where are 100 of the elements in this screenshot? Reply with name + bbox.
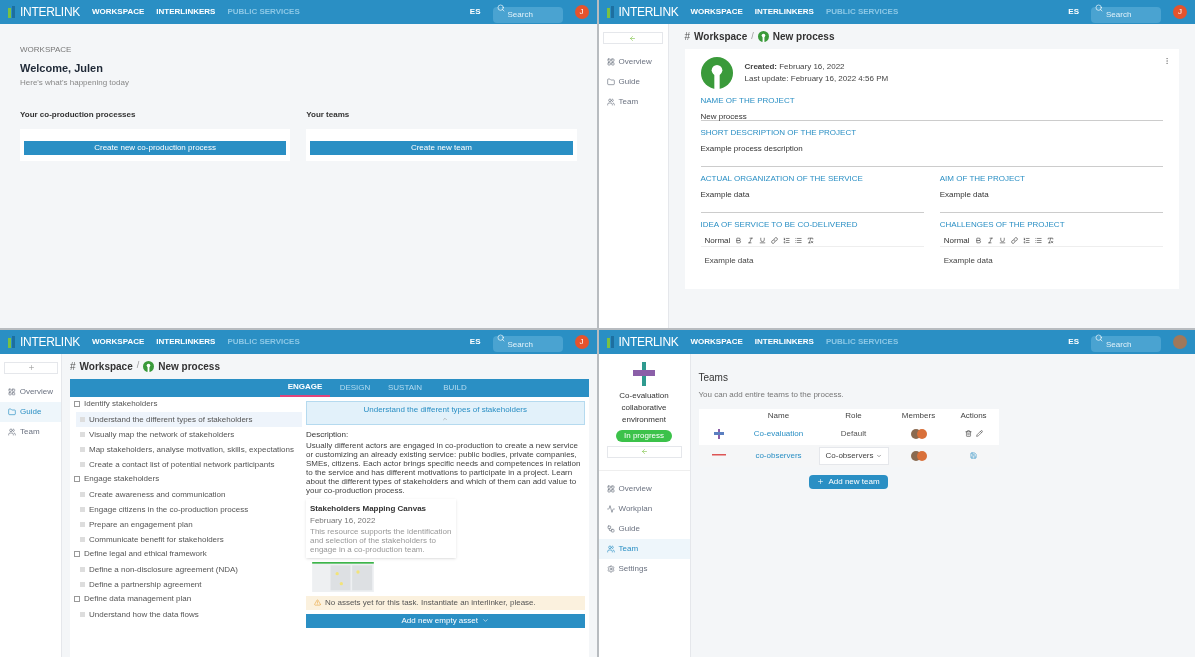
team-name-link[interactable]: Co-evaluation <box>738 427 819 440</box>
nav-link[interactable]: INTERLINKERS <box>754 6 814 18</box>
tree-item[interactable]: Define a partnership agreement <box>76 576 302 592</box>
task-checkbox[interactable] <box>80 611 85 617</box>
breadcrumb-link[interactable]: Workspace <box>79 358 133 374</box>
format-tool-icon[interactable] <box>1010 237 1018 244</box>
tree-group[interactable]: Identify stakeholders <box>70 396 302 412</box>
add-asset-button[interactable]: Add new empty asset <box>306 613 585 628</box>
text-style-select[interactable]: Normal <box>704 234 731 247</box>
search-field[interactable]: Search <box>1091 336 1161 352</box>
format-tool-icon[interactable] <box>1046 237 1054 244</box>
format-tool-icon[interactable] <box>747 237 755 244</box>
add-team-button[interactable]: Add new team <box>809 474 888 489</box>
format-tool-icon[interactable] <box>1022 237 1030 244</box>
field-label: CHALLENGES OF THE PROJECT <box>939 219 1066 231</box>
tree-group[interactable]: Define legal and ethical framework <box>70 546 302 562</box>
user-avatar[interactable]: J <box>1173 5 1187 19</box>
sidebar-item[interactable]: Settings <box>598 558 690 579</box>
format-tool-icon[interactable] <box>807 237 815 244</box>
language-button[interactable]: ES <box>469 335 481 348</box>
user-avatar[interactable]: J <box>574 5 589 19</box>
format-tool-icon[interactable] <box>795 237 803 244</box>
text-style-select[interactable]: Normal <box>943 234 970 247</box>
save-icon[interactable] <box>970 452 977 459</box>
tree-item[interactable]: Understand how the data flows <box>76 606 302 622</box>
tree-item[interactable]: Communicate benefit for stakeholders <box>76 531 302 547</box>
task-checkbox[interactable] <box>80 536 85 542</box>
task-checkbox[interactable] <box>80 581 85 587</box>
nav-link[interactable]: WORKSPACE <box>92 6 145 18</box>
rich-text-editor[interactable]: Normal Example data <box>939 235 1163 281</box>
resource-card[interactable]: Stakeholders Mapping Canvas February 16, 2022 This resource supports the identification and selection of the stakeholders to engage in a co-production team. <box>306 498 456 558</box>
input-field[interactable]: New process <box>700 107 1163 121</box>
task-checkbox[interactable] <box>80 431 85 437</box>
create-button[interactable]: Create new team <box>310 140 573 155</box>
tree-item[interactable]: Engage citizens in the co-production process <box>76 501 302 517</box>
breadcrumb-link[interactable]: Workspace <box>694 29 748 44</box>
format-tool-icon[interactable] <box>759 237 767 244</box>
task-checkbox[interactable] <box>80 446 85 452</box>
tree-item[interactable]: Map stakeholders, analyse motivation, skills, expectations <box>76 441 302 457</box>
task-checkbox[interactable] <box>80 521 85 527</box>
breadcrumb-current: New process <box>772 30 835 44</box>
task-checkbox[interactable] <box>80 461 85 467</box>
search-field[interactable]: Search <box>492 6 563 23</box>
nav-link[interactable]: WORKSPACE <box>690 6 743 18</box>
sidebar-item[interactable]: Team <box>598 538 690 559</box>
search-field[interactable]: Search <box>492 336 563 352</box>
logo[interactable]: INTERLINK <box>606 3 679 21</box>
tree-group[interactable]: Define data management plan <box>70 591 302 607</box>
tree-item[interactable]: Define a non-disclosure agreement (NDA) <box>76 561 302 577</box>
nav-link[interactable]: WORKSPACE <box>690 335 743 348</box>
format-tool-icon[interactable] <box>735 237 743 244</box>
nav-link[interactable]: INTERLINKERS <box>754 335 814 348</box>
format-tool-icon[interactable] <box>998 237 1006 244</box>
logo[interactable]: INTERLINK <box>8 332 80 351</box>
format-tool-icon[interactable] <box>974 237 982 244</box>
rich-text-editor[interactable]: Normal Example data <box>700 235 924 281</box>
more-icon[interactable] <box>1163 57 1171 65</box>
edit-icon[interactable] <box>975 430 983 437</box>
description-text: Usually different actors are engaged in co-production to create a new service or customizing an already existing service: public bodies, private companies, SMEs, citizens. Each actor brings specific needs and competences in relation to the service and has different motivations to participate in a project. Learn about the different types of stakeholders and which of them can add value to your co-production process. <box>306 440 582 495</box>
collapse-chevron-icon[interactable] <box>442 415 449 422</box>
user-avatar[interactable]: J <box>574 334 589 349</box>
role-select[interactable]: Co-observers <box>818 446 889 465</box>
logo[interactable]: INTERLINK <box>606 332 679 351</box>
search-field[interactable]: Search <box>1091 6 1161 23</box>
team-name-link[interactable]: co-observers <box>738 449 819 462</box>
language-button[interactable]: ES <box>469 6 481 18</box>
task-checkbox[interactable] <box>80 416 85 422</box>
delete-icon[interactable] <box>964 430 972 437</box>
logo[interactable]: INTERLINK <box>8 3 80 21</box>
format-tool-icon[interactable] <box>986 237 994 244</box>
sidebar-item[interactable]: Guide <box>0 401 61 422</box>
nav-link[interactable]: WORKSPACE <box>92 335 145 348</box>
sidebar-item[interactable]: Overview <box>598 52 668 72</box>
sidebar-item[interactable]: Team <box>598 92 668 112</box>
create-button[interactable]: Create new co-production process <box>24 140 287 155</box>
sidebar-item[interactable]: Overview <box>598 478 690 499</box>
tree-item[interactable]: Understand the different types of stakeholders <box>76 411 302 427</box>
sidebar-item[interactable]: Team <box>0 421 61 442</box>
sidebar-item[interactable]: Overview <box>0 381 61 402</box>
sidebar-item[interactable]: Workplan <box>598 498 690 519</box>
input-field[interactable]: Example data <box>700 185 924 213</box>
task-checkbox[interactable] <box>80 491 85 497</box>
input-field[interactable]: Example process description <box>700 139 1163 167</box>
sidebar-item[interactable]: Guide <box>598 72 668 92</box>
tree-group[interactable]: Engage stakeholders <box>70 471 302 487</box>
format-tool-icon[interactable] <box>1034 237 1042 244</box>
nav-link[interactable]: INTERLINKERS <box>156 335 216 348</box>
tree-item[interactable]: Visually map the network of stakeholders <box>76 426 302 442</box>
language-button[interactable]: ES <box>1068 6 1079 18</box>
tree-item[interactable]: Create a contact list of potential network participants <box>76 456 302 472</box>
task-checkbox[interactable] <box>80 566 85 572</box>
tree-item[interactable]: Prepare an engagement plan <box>76 516 302 532</box>
nav-link[interactable]: INTERLINKERS <box>156 6 216 18</box>
format-tool-icon[interactable] <box>783 237 791 244</box>
tree-item[interactable]: Create awareness and communication <box>76 486 302 502</box>
task-checkbox[interactable] <box>80 506 85 512</box>
language-button[interactable]: ES <box>1068 335 1079 348</box>
format-tool-icon[interactable] <box>771 237 779 244</box>
input-field[interactable]: Example data <box>939 185 1163 213</box>
sidebar-item[interactable]: Guide <box>598 518 690 539</box>
